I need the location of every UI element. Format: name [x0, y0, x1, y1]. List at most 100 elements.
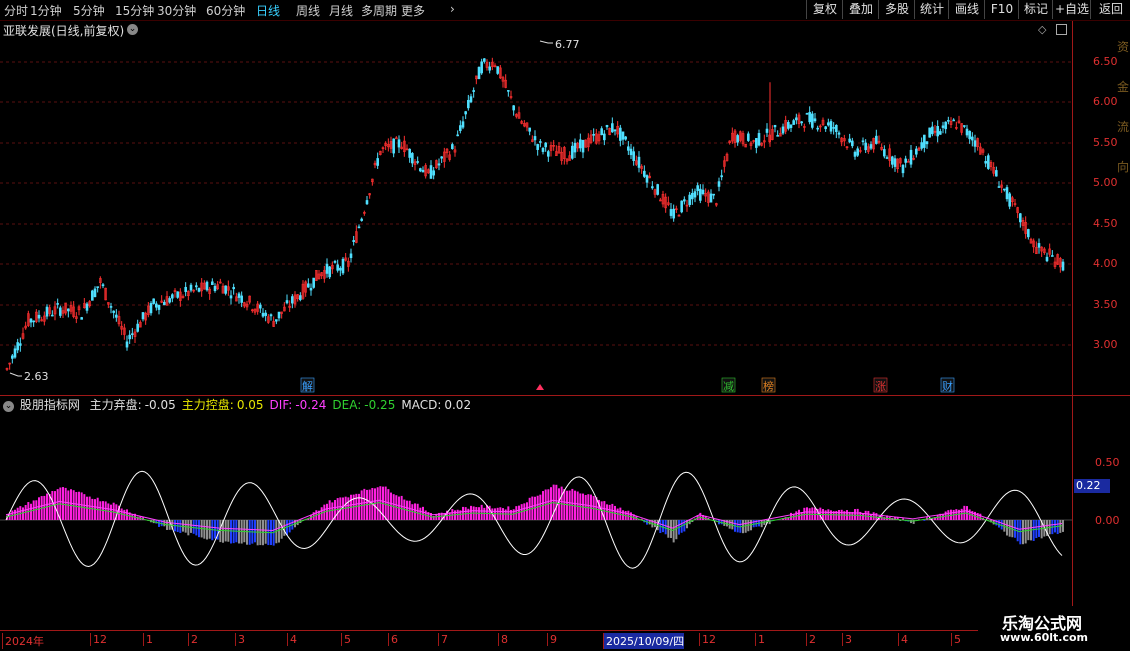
candle-body [862, 141, 864, 142]
candle-body [38, 315, 40, 318]
candle-body [299, 296, 301, 300]
tab-9[interactable]: 多周期 [361, 2, 397, 19]
indicator-bar [65, 488, 67, 520]
indicator-bar [265, 520, 267, 544]
event-tag: 减 [723, 380, 734, 393]
candle-body [307, 284, 309, 287]
toolbar-button-1[interactable]: 叠加 [842, 0, 879, 19]
candle-body [67, 309, 69, 311]
candle-body [1003, 189, 1005, 190]
indicator-bar [326, 504, 328, 520]
candle-body [947, 120, 949, 121]
indicator-bar [675, 520, 677, 539]
min-marker-line [10, 373, 22, 376]
indicator-bar [78, 492, 80, 520]
tab-10[interactable]: 更多 [401, 2, 425, 19]
candle-body [851, 141, 853, 146]
indicator-panel[interactable]: ⌄ 股朋指标网 主力弃盘:-0.05主力控盘:0.05DIF:-0.24DEA:… [0, 396, 1072, 630]
indicator-bar [1062, 520, 1064, 532]
candle-body [1051, 256, 1053, 257]
candle-body [710, 194, 712, 202]
price-chart-panel[interactable]: 亚联发展(日线,前复权) ⌄ ◇ 6.772.63解减榜涨财 [0, 21, 1072, 395]
tab-6[interactable]: 日线 [256, 2, 280, 19]
candle-body [395, 138, 397, 139]
candle-body [817, 128, 819, 129]
event-tag: 解 [302, 379, 313, 393]
indicator-bar [163, 520, 165, 526]
candle-body [963, 126, 965, 127]
candle-body [46, 307, 48, 316]
candle-body [129, 335, 131, 339]
toolbar-button-7[interactable]: +自选 [1052, 0, 1091, 19]
tab-3[interactable]: 15分钟 [115, 2, 154, 19]
candle-body [579, 140, 581, 148]
candle-body [1038, 243, 1040, 247]
indicator-bar [483, 508, 485, 520]
date-label: 6 [388, 633, 398, 646]
indicator-bar [539, 495, 541, 520]
candle-body [854, 152, 856, 156]
indicator-bar [627, 511, 629, 520]
candle-body [358, 227, 360, 228]
candle-body [985, 161, 987, 163]
tab-4[interactable]: 30分钟 [157, 2, 196, 19]
indicator-bar [70, 489, 72, 520]
candle-body [683, 200, 685, 202]
indicator-bar [206, 520, 208, 540]
candle-body [995, 170, 997, 176]
date-label: 4 [287, 633, 297, 646]
toolbar-button-4[interactable]: 画线 [948, 0, 985, 19]
event-triangle-icon [536, 384, 544, 390]
candle-body [969, 131, 971, 139]
axis-label-050: 0.50 [1095, 456, 1120, 469]
indicator-bar [422, 507, 424, 520]
candle-body [625, 137, 627, 139]
toolbar-button-5[interactable]: F10 [984, 0, 1019, 19]
candle-body [825, 127, 827, 129]
tab-1[interactable]: 1分钟 [30, 2, 62, 19]
candle-body [198, 288, 200, 291]
indicator-bar [857, 509, 859, 520]
indicator-bar [806, 507, 808, 520]
candle-body [259, 305, 261, 308]
tab-0[interactable]: 分时 [4, 2, 28, 19]
tab-7[interactable]: 周线 [296, 2, 320, 19]
candle-body [513, 106, 515, 110]
candle-body [409, 149, 411, 157]
tab-5[interactable]: 60分钟 [206, 2, 245, 19]
indicator-bar [571, 489, 573, 520]
indicator-bar [537, 496, 539, 520]
indicator-bar [862, 513, 864, 520]
toolbar-button-8[interactable]: 返回 [1090, 0, 1130, 19]
indicator-bar [257, 520, 259, 545]
candle-body [694, 192, 696, 198]
toolbar-button-0[interactable]: 复权 [806, 0, 843, 19]
max-price-label: 6.77 [555, 38, 580, 51]
candle-body [262, 313, 264, 316]
toolbar-button-6[interactable]: 标记 [1018, 0, 1053, 19]
date-label: 9 [547, 633, 557, 646]
toolbar-button-2[interactable]: 多股 [878, 0, 915, 19]
tab-8[interactable]: 月线 [329, 2, 353, 19]
candle-body [998, 187, 1000, 188]
candle-body [489, 67, 491, 70]
candle-body [185, 287, 187, 291]
date-label: 8 [498, 633, 508, 646]
candle-body [438, 164, 440, 165]
indicator-bar [699, 513, 701, 520]
tab-2[interactable]: 5分钟 [73, 2, 105, 19]
candle-body [59, 308, 61, 316]
date-label: 3 [235, 633, 245, 646]
candle-body [339, 268, 341, 270]
candle-body [265, 313, 267, 316]
indicator-bar [590, 495, 592, 520]
candle-body [833, 127, 835, 128]
toolbar-button-3[interactable]: 统计 [914, 0, 949, 19]
candle-body [350, 254, 352, 258]
indicator-bar [811, 507, 813, 520]
candle-body [689, 195, 691, 205]
chevron-right-icon[interactable]: › [450, 2, 455, 16]
candle-body [177, 292, 179, 298]
price-label: 3.50 [1093, 298, 1118, 311]
candle-body [670, 209, 672, 215]
